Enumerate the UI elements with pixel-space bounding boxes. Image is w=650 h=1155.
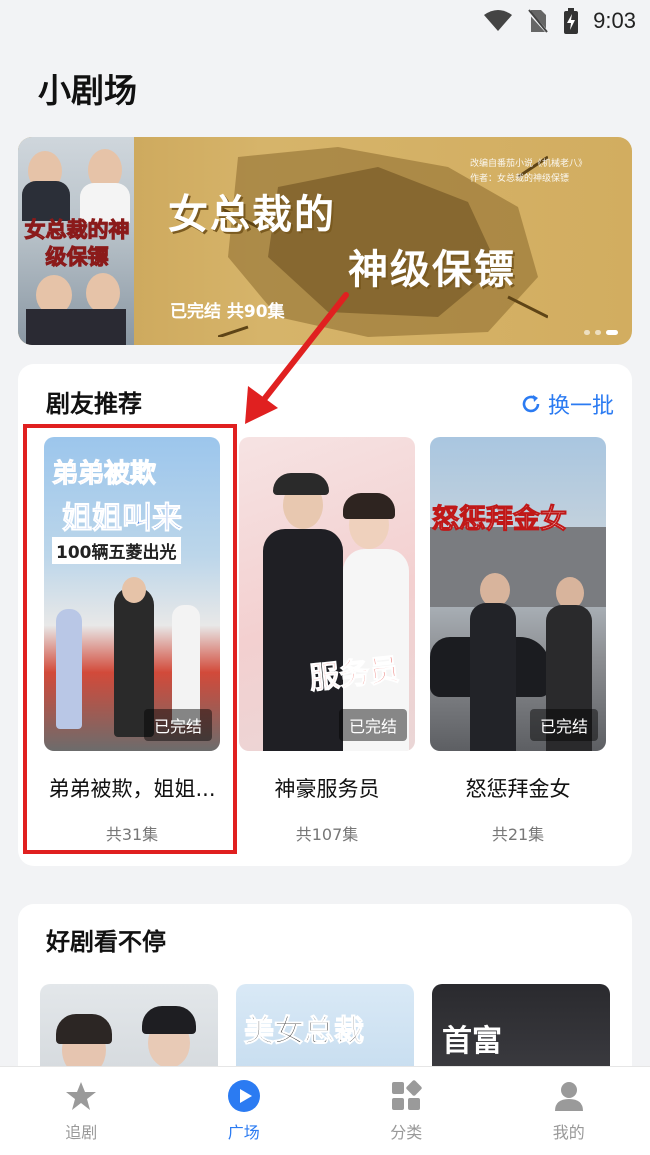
nav-label: 广场 — [228, 1119, 260, 1143]
nav-item-category[interactable]: 分类 — [325, 1067, 488, 1155]
banner-credit-author: 作者：女总裁的神级保镖 — [470, 172, 587, 187]
drama-card[interactable]: 服务员 已完结 神豪服务员 共107集 — [239, 437, 415, 845]
nav-item-follow[interactable]: 追剧 — [0, 1067, 163, 1155]
drama-card[interactable]: 怒惩拜金女 已完结 怒惩拜金女 共21集 — [430, 437, 606, 845]
drama-title: 怒惩拜金女 — [430, 773, 606, 803]
banner-title-line2: 神级保镖 — [348, 237, 516, 295]
bottom-nav: 追剧 广场 分类 我的 — [0, 1066, 650, 1155]
wifi-icon — [483, 9, 513, 33]
nav-label: 追剧 — [65, 1119, 97, 1143]
page-title: 小剧场 — [38, 64, 137, 112]
banner-status: 已完结 共90集 — [170, 297, 285, 322]
refresh-label: 换一批 — [548, 388, 614, 420]
banner-pagination[interactable] — [584, 330, 618, 335]
cover-text: 怒惩拜金女 — [432, 497, 567, 536]
cover-text: 服务员 — [307, 644, 401, 697]
nav-label: 分类 — [390, 1119, 422, 1143]
profile-icon — [552, 1079, 586, 1113]
refresh-icon — [520, 393, 542, 415]
no-sim-icon — [527, 8, 549, 34]
nav-label: 我的 — [553, 1119, 585, 1143]
nav-item-plaza[interactable]: 广场 — [163, 1067, 326, 1155]
refresh-button[interactable]: 换一批 — [520, 388, 614, 420]
banner-poster: 女总裁的神级保镖 — [18, 137, 134, 345]
status-badge: 已完结 — [530, 709, 598, 741]
binge-title: 好剧看不停 — [46, 922, 166, 957]
status-time: 9:03 — [593, 8, 636, 34]
battery-charging-icon — [563, 8, 579, 34]
banner-dot[interactable] — [584, 330, 590, 335]
status-badge: 已完结 — [339, 709, 407, 741]
cover-text: 首富 — [442, 1016, 502, 1060]
drama-cover: 怒惩拜金女 已完结 — [430, 437, 606, 751]
recommend-title: 剧友推荐 — [46, 384, 142, 419]
drama-cover: 服务员 已完结 — [239, 437, 415, 751]
drama-title: 神豪服务员 — [239, 773, 415, 803]
category-icon — [389, 1079, 423, 1113]
star-icon — [64, 1079, 98, 1113]
nav-item-profile[interactable]: 我的 — [488, 1067, 650, 1155]
featured-banner[interactable]: 女总裁的神级保镖 女总裁的 神级保镖 改编自番茄小说《机械老八》 作者：女总裁的… — [18, 137, 632, 345]
status-bar: 9:03 — [0, 0, 650, 44]
banner-poster-title: 女总裁的神级保镖 — [22, 217, 132, 271]
banner-credit: 改编自番茄小说《机械老八》 作者：女总裁的神级保镖 — [470, 157, 587, 187]
banner-dot[interactable] — [595, 330, 601, 335]
banner-title-line1: 女总裁的 — [168, 182, 336, 240]
drama-episodes: 共21集 — [430, 821, 606, 845]
banner-dot-active[interactable] — [606, 330, 618, 335]
highlight-annotation-box — [23, 424, 237, 854]
banner-credit-source: 改编自番茄小说《机械老八》 — [470, 157, 587, 172]
drama-episodes: 共107集 — [239, 821, 415, 845]
play-icon — [227, 1079, 261, 1113]
cover-text: 美女总裁 — [244, 1006, 364, 1050]
